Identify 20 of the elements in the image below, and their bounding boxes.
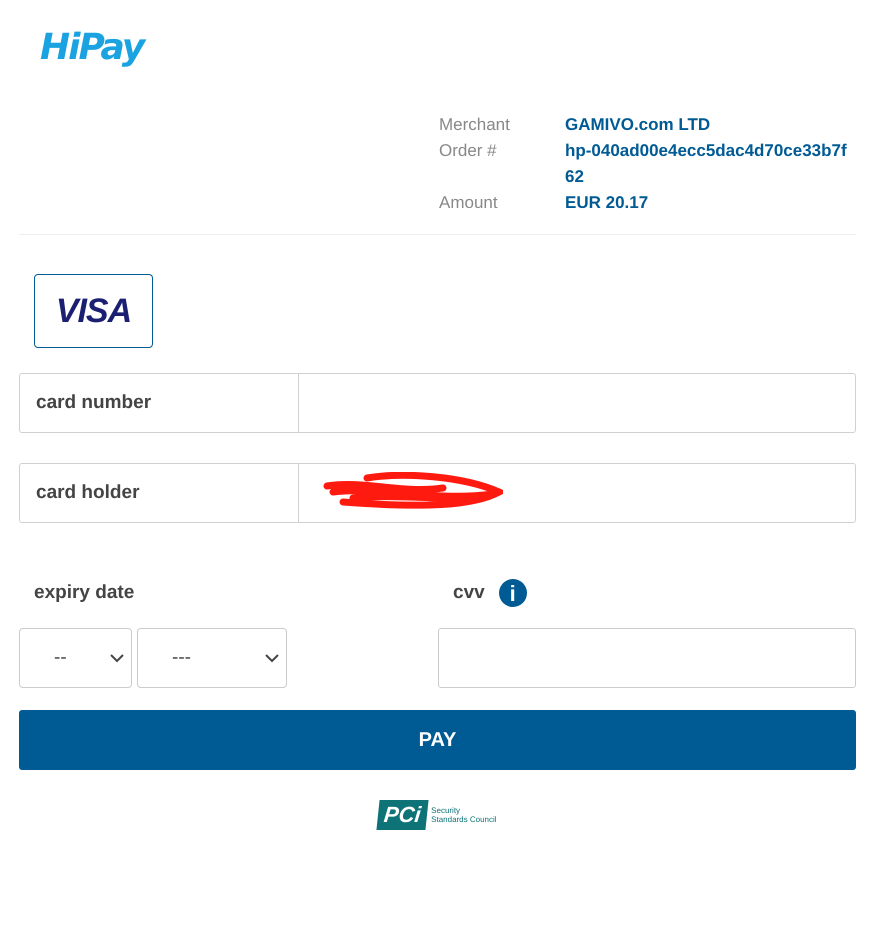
- summary-label: Order #: [439, 140, 498, 162]
- summary-label: Merchant: [439, 114, 511, 136]
- summary-value: GAMIVO.com LTD: [565, 114, 712, 136]
- summary-label: Amount: [439, 192, 499, 214]
- expiry-label: expiry date: [34, 580, 134, 605]
- field-label: card holder: [20, 464, 299, 522]
- summary-value: hp-040ad00e4ecc5dac4d70ce33b7f62: [565, 140, 848, 188]
- info-icon[interactable]: i: [498, 579, 527, 607]
- chevron-down-icon: [264, 653, 280, 663]
- year-select[interactable]: ---: [137, 628, 287, 688]
- hipay-logo: HiPay: [40, 26, 144, 70]
- pay-button[interactable]: PAY: [19, 710, 856, 770]
- cvv-label: cvv: [453, 580, 485, 605]
- visa-card-option[interactable]: VISA: [34, 274, 153, 348]
- cvv-field[interactable]: [438, 628, 856, 688]
- field-label: card number: [20, 374, 299, 432]
- month-select[interactable]: --: [19, 628, 132, 688]
- chevron-down-icon: [109, 653, 125, 663]
- summary-value: EUR 20.17: [565, 192, 650, 214]
- pci-logo: PCi Security Standards Council: [378, 800, 497, 830]
